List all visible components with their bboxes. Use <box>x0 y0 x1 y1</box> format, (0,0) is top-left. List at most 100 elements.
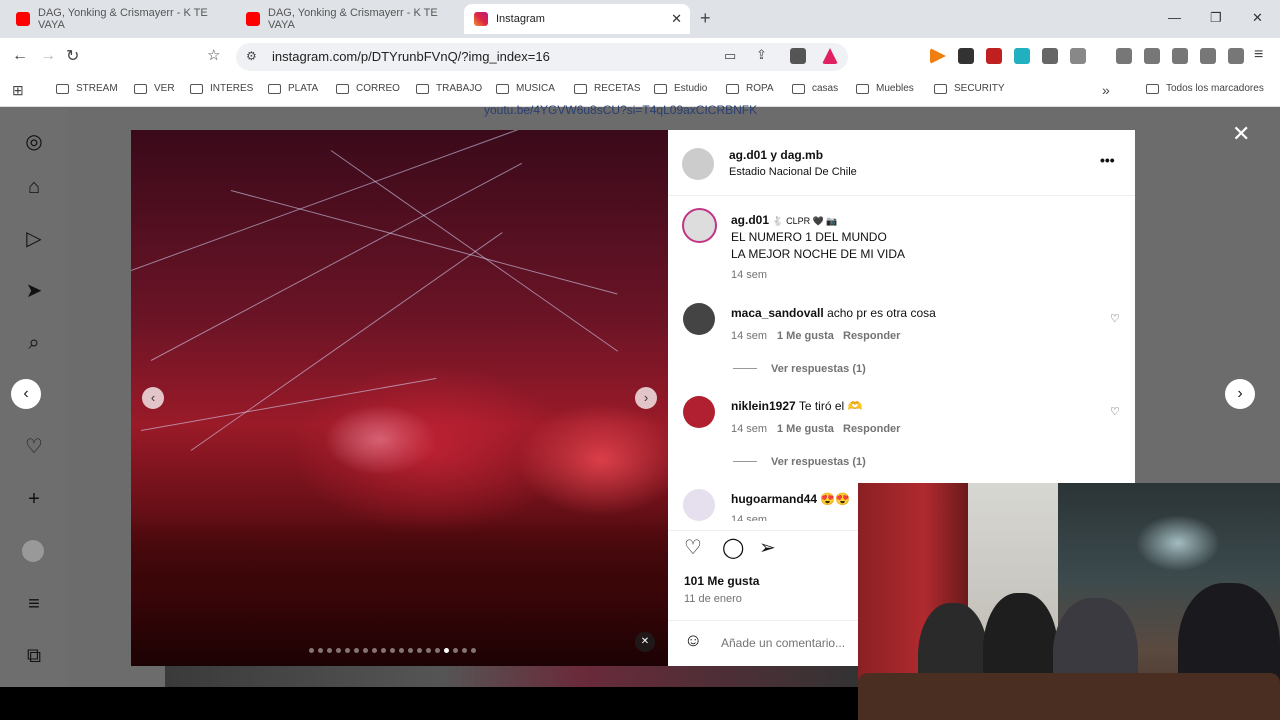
comment-body: hugoarmand44 😍😍 <box>731 492 850 506</box>
reload-icon[interactable]: ↻ <box>66 46 79 66</box>
translate-icon[interactable] <box>1014 48 1030 64</box>
comment-avatar[interactable] <box>683 489 715 521</box>
previous-post-button[interactable]: ‹ <box>11 379 41 409</box>
reply-button[interactable]: Responder <box>843 423 900 435</box>
comment-username[interactable]: hugoarmand44 <box>731 492 817 506</box>
folder-icon <box>1146 83 1159 94</box>
comment-username[interactable]: niklein1927 <box>731 399 796 413</box>
carousel-dot <box>399 648 404 653</box>
mute-icon[interactable]: ✕ <box>635 632 655 652</box>
more-menu-icon[interactable]: ≡ <box>22 592 46 616</box>
post-location[interactable]: Estadio Nacional De Chile <box>729 166 857 178</box>
browser-tab-2[interactable]: DAG, Yonking & Crismayerr - K TE VAYA <box>236 4 464 34</box>
caption-username[interactable]: ag.d01 <box>731 213 769 227</box>
home-icon[interactable]: ⌂ <box>22 175 46 199</box>
apps-icon[interactable]: ⊞ <box>12 82 24 99</box>
comment-icon[interactable]: ◯ <box>722 535 744 560</box>
browser-tab-1[interactable]: DAG, Yonking & Crismayerr - K TE VAYA <box>6 4 234 34</box>
like-comment-icon[interactable]: ♡ <box>1110 405 1120 418</box>
bookmark-folder[interactable]: casas <box>792 83 838 94</box>
caption-avatar[interactable] <box>682 208 717 243</box>
all-bookmarks-folder[interactable]: Todos los marcadores <box>1146 83 1264 94</box>
brave-shield-icon[interactable] <box>790 48 806 64</box>
like-icon[interactable]: ♡ <box>684 535 702 560</box>
bookmark-folder[interactable]: VER <box>134 83 175 94</box>
reply-button[interactable]: Responder <box>843 330 900 342</box>
carousel-next-icon[interactable]: › <box>635 387 657 409</box>
extension-icon[interactable] <box>958 48 974 64</box>
view-replies-button[interactable]: Ver respuestas (1) <box>771 456 866 468</box>
post-authors[interactable]: ag.d01 y dag.mb <box>729 148 823 162</box>
next-post-button[interactable]: › <box>1225 379 1255 409</box>
comment-likes[interactable]: 1 Me gusta <box>777 423 834 435</box>
bookmark-folder[interactable]: Estudio <box>654 83 707 94</box>
site-info-icon[interactable]: ⚙ <box>246 49 257 63</box>
sidebar-icon[interactable] <box>1144 48 1160 64</box>
post-media[interactable] <box>131 130 668 666</box>
comment-time: 14 sem <box>731 423 768 435</box>
new-tab-button[interactable]: + <box>700 8 711 29</box>
like-count[interactable]: 101 Me gusta <box>684 574 759 588</box>
folder-icon <box>856 83 869 94</box>
close-tab-icon[interactable]: ✕ <box>671 11 682 27</box>
puzzle-icon[interactable] <box>1042 48 1058 64</box>
back-icon[interactable]: ← <box>12 47 28 65</box>
restore-icon[interactable]: ❐ <box>1210 10 1222 26</box>
minimize-icon[interactable]: — <box>1168 10 1181 25</box>
bookmark-folder[interactable]: TRABAJO <box>416 83 482 94</box>
music-icon[interactable] <box>1116 48 1132 64</box>
carousel-dot <box>462 648 467 653</box>
folder-icon <box>726 83 739 94</box>
menu-icon[interactable]: ≡ <box>1254 46 1263 64</box>
bookmark-folder[interactable]: MUSICA <box>496 83 555 94</box>
leo-icon[interactable] <box>1200 48 1216 64</box>
reels-icon[interactable]: ▷ <box>22 227 46 251</box>
vpn-icon[interactable] <box>1228 48 1244 64</box>
author-avatar[interactable] <box>682 148 714 180</box>
create-icon[interactable]: + <box>22 487 46 511</box>
emoji-icon[interactable]: ☺ <box>684 630 702 651</box>
folder-icon <box>56 83 69 94</box>
comment-username[interactable]: maca_sandovall <box>731 306 824 320</box>
share-icon[interactable]: ⇪ <box>756 47 767 63</box>
wallet-icon[interactable] <box>1172 48 1188 64</box>
megaphone-icon[interactable] <box>986 48 1002 64</box>
forward-icon[interactable]: → <box>40 47 56 65</box>
caption-line-1: EL NUMERO 1 DEL MUNDO <box>731 230 887 244</box>
install-icon[interactable]: ▭ <box>724 48 736 64</box>
share-post-icon[interactable]: ➢ <box>759 535 776 560</box>
more-options-icon[interactable]: ••• <box>1100 152 1115 168</box>
bookmark-folder[interactable]: PLATA <box>268 83 318 94</box>
carousel-dot <box>471 648 476 653</box>
replies-divider <box>733 461 757 462</box>
browser-tab-3-active[interactable]: Instagram ✕ <box>464 4 690 34</box>
bookmark-folder[interactable]: Muebles <box>856 83 914 94</box>
comment-avatar[interactable] <box>683 303 715 335</box>
bookmark-folder[interactable]: CORREO <box>336 83 400 94</box>
youtube-icon <box>16 12 30 26</box>
close-window-icon[interactable]: ✕ <box>1252 10 1263 26</box>
bookmark-folder[interactable]: ROPA <box>726 83 774 94</box>
bookmark-folder[interactable]: STREAM <box>56 83 118 94</box>
also-from-meta-icon[interactable]: ⧉ <box>22 644 46 668</box>
close-modal-icon[interactable]: ✕ <box>1232 121 1250 147</box>
more-bookmarks-icon[interactable]: » <box>1102 82 1110 98</box>
carousel-prev-icon[interactable]: ‹ <box>142 387 164 409</box>
profile-avatar[interactable] <box>22 540 44 562</box>
notifications-heart-icon[interactable]: ♡ <box>22 435 46 459</box>
comment-likes[interactable]: 1 Me gusta <box>777 330 834 342</box>
bookmark-folder[interactable]: RECETAS <box>574 83 641 94</box>
instagram-logo-icon[interactable]: ◎ <box>22 130 46 154</box>
search-icon[interactable]: ⌕ <box>22 331 46 355</box>
bookmark-folder[interactable]: SECURITY <box>934 83 1005 94</box>
comment-input[interactable]: Añade un comentario... <box>721 636 845 650</box>
bookmark-icon[interactable]: ☆ <box>207 46 220 64</box>
carousel-dot <box>435 648 440 653</box>
view-replies-button[interactable]: Ver respuestas (1) <box>771 363 866 375</box>
screenshot-icon[interactable] <box>1070 48 1086 64</box>
like-comment-icon[interactable]: ♡ <box>1110 312 1120 325</box>
comment-avatar[interactable] <box>683 396 715 428</box>
messages-icon[interactable]: ➤ <box>22 279 46 303</box>
bookmark-folder[interactable]: INTERES <box>190 83 253 94</box>
laser-beam <box>131 130 602 271</box>
